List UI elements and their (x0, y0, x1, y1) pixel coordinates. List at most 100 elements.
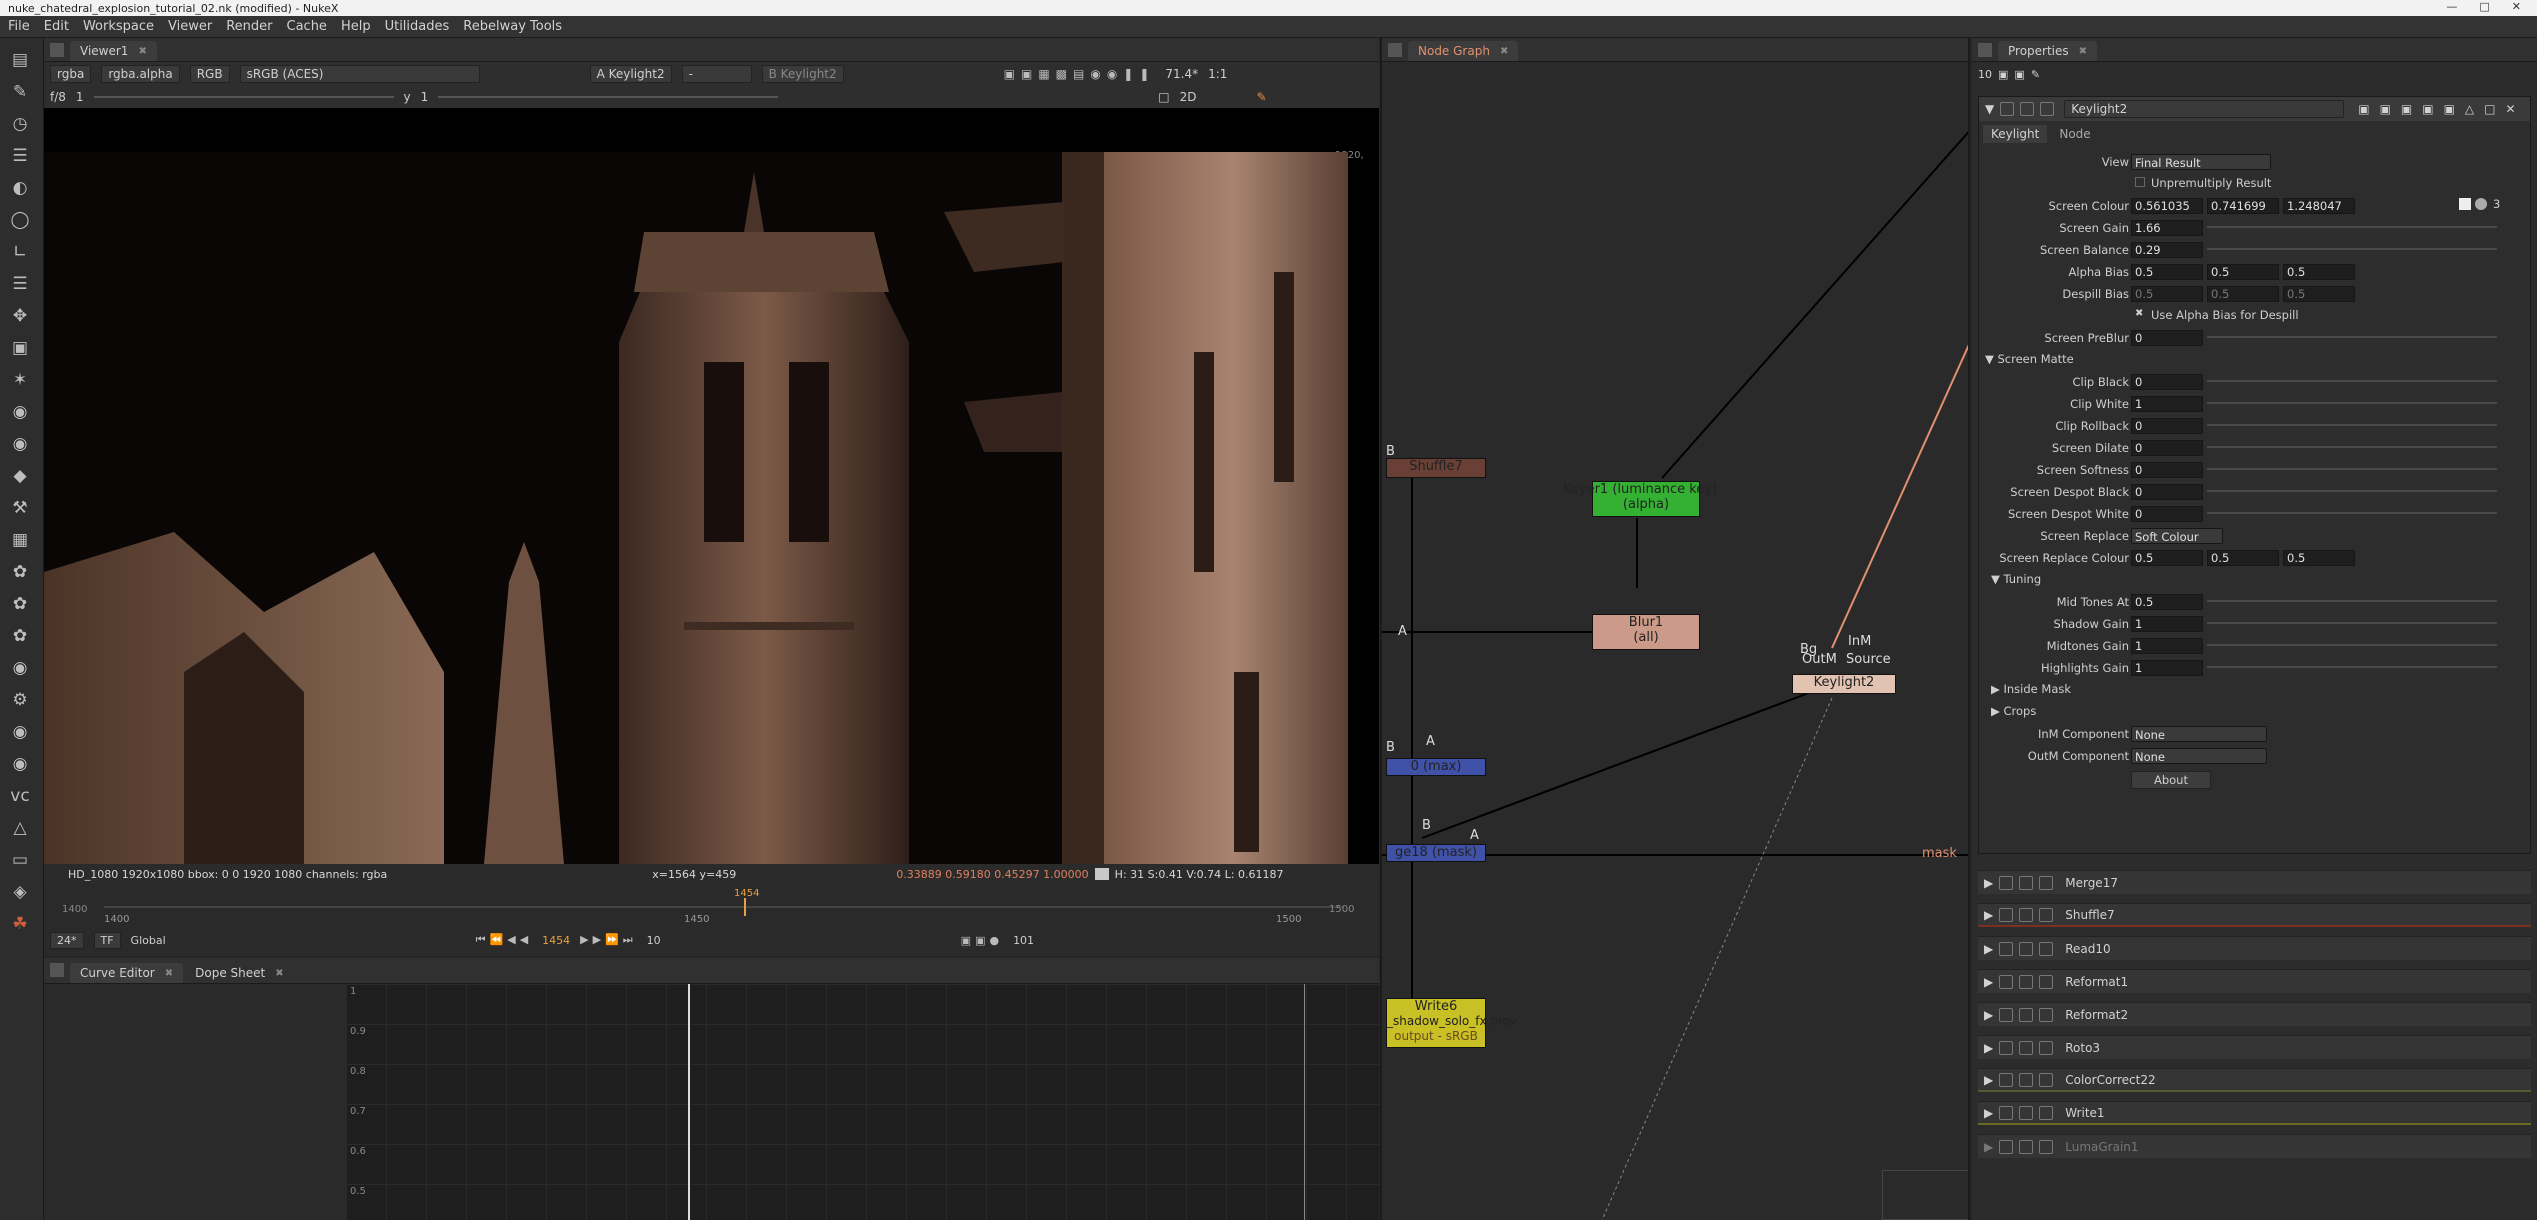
minimize-icon[interactable]: — (2446, 0, 2457, 16)
panel-menu-icon-2[interactable] (50, 963, 64, 977)
viewer-image[interactable] (44, 152, 1348, 864)
menu-file[interactable]: File (8, 19, 30, 34)
other-icon[interactable]: ▦ (8, 528, 32, 552)
ofx-icon[interactable]: ✿ (8, 592, 32, 616)
timeline[interactable]: 1400 1500 1400 1450 1500 1454 (44, 884, 1379, 925)
about-button[interactable]: About (2131, 771, 2211, 789)
despill-bias-r[interactable]: 0.5 (2131, 286, 2203, 302)
panel-mask-icon[interactable] (2019, 1040, 2034, 1055)
close-tab-icon[interactable]: ✖ (138, 46, 146, 57)
panel-mask-icon[interactable] (2019, 1139, 2034, 1154)
gamma-slider[interactable] (438, 96, 779, 98)
alpha-dropdown[interactable]: rgba.alpha (101, 65, 180, 83)
particles-icon[interactable]: ✶ (8, 368, 32, 392)
panel-pin-icon[interactable] (2039, 1007, 2054, 1022)
paint-icon[interactable]: ◈ (8, 880, 32, 904)
use-alpha-bias-checkbox[interactable]: ✖ (2135, 308, 2143, 319)
curve-playhead[interactable] (688, 984, 690, 1220)
despot-white-field[interactable]: 0 (2131, 506, 2203, 522)
clip-rollback-field[interactable]: 0 (2131, 418, 2203, 434)
panel-toggle-icon[interactable] (1999, 1040, 2014, 1055)
screen-softness-slider[interactable] (2207, 468, 2497, 470)
panel-mask-icon[interactable] (2019, 1072, 2034, 1087)
highlights-gain-slider[interactable] (2207, 666, 2497, 668)
panel-pin-icon[interactable] (2039, 941, 2054, 956)
clip-black-field[interactable]: 0 (2131, 374, 2203, 390)
despill-bias-b[interactable]: 0.5 (2283, 286, 2355, 302)
ab-operation-dropdown[interactable]: - (681, 65, 752, 83)
alpha-bias-g[interactable]: 0.5 (2207, 264, 2279, 280)
panel-toggle-icon[interactable] (1999, 1139, 2014, 1154)
node-blur1[interactable]: Blur1 (all) (1592, 614, 1700, 650)
tab-curve-editor[interactable]: Curve Editor ✖ (70, 963, 184, 983)
menu-viewer[interactable]: Viewer (168, 19, 212, 34)
midtones-gain-slider[interactable] (2207, 644, 2497, 646)
viewer-tool-icons[interactable]: ▣▣▦▩▤◉◉❚❚ (1004, 67, 1156, 81)
expand-icon[interactable]: ▶ (1984, 975, 1993, 989)
expand-icon[interactable]: ▶ (1984, 1073, 1993, 1087)
panel-mask-icon[interactable] (2019, 941, 2034, 956)
collapsed-lumagrain1[interactable]: ▶ LumaGrain1 (1978, 1134, 2531, 1158)
panel-toggle-icon[interactable] (1999, 1007, 2014, 1022)
node-graph-minimap[interactable] (1882, 1170, 1968, 1220)
color-icon[interactable]: ◐ (8, 176, 32, 200)
screen-matte-toggle[interactable]: ▼ Screen Matte (1985, 352, 2074, 366)
play-forward-buttons[interactable]: ▶▶⏩⏭ (580, 933, 637, 947)
draw-icon[interactable]: ✎ (8, 80, 32, 104)
edit-icon[interactable]: ✎ (2031, 68, 2040, 81)
tools-icon[interactable]: ◉ (8, 720, 32, 744)
transport-buttons[interactable]: ⏮⏪◀◀ (476, 933, 533, 947)
node-write6[interactable]: Write6 _shadow_solo_fx.mov output - sRGB (1386, 998, 1517, 1048)
expand-icon[interactable]: ▶ (1984, 942, 1993, 956)
view-dropdown[interactable]: Final Result (2131, 154, 2271, 170)
furnace-icon[interactable]: ✿ (8, 560, 32, 584)
lock-icon[interactable]: ▣ (1998, 68, 2008, 81)
highlights-gain-field[interactable]: 1 (2131, 660, 2203, 676)
panel-pin-icon[interactable] (2039, 974, 2054, 989)
toolsets-icon[interactable]: ⚒ (8, 496, 32, 520)
plugin-icon[interactable]: ✿ (8, 624, 32, 648)
panel-mask-icon[interactable] (2020, 102, 2035, 116)
expand-icon[interactable]: ▶ (1984, 1041, 1993, 1055)
collapsed-reformat2[interactable]: ▶ Reformat2 (1978, 1002, 2531, 1026)
panel-pin-icon[interactable] (2039, 907, 2054, 922)
collapsed-read10[interactable]: ▶ Read10 (1978, 936, 2531, 960)
image-nodes-icon[interactable]: ▤ (8, 48, 32, 72)
screen-preblur-field[interactable]: 0 (2131, 330, 2203, 346)
panel-pin-icon[interactable] (2039, 1040, 2054, 1055)
timeline-track[interactable] (104, 906, 1344, 908)
replace-colour-b[interactable]: 0.5 (2283, 550, 2355, 566)
pencil-icon[interactable]: ✎ (1257, 90, 1267, 104)
b-input-dropdown[interactable]: B Keylight2 (761, 65, 844, 83)
merge-icon[interactable]: ☰ (8, 272, 32, 296)
panel-toggle-icon[interactable] (1999, 907, 2014, 922)
views-icon[interactable]: ◉ (8, 432, 32, 456)
replace-colour-g[interactable]: 0.5 (2207, 550, 2279, 566)
tab-dope-sheet[interactable]: Dope Sheet ✖ (185, 963, 294, 983)
transform-icon[interactable]: ✥ (8, 304, 32, 328)
screen-colour-r[interactable]: 0.561035 (2131, 198, 2203, 214)
float-icon[interactable]: ▣ (2014, 68, 2024, 81)
screen-colour-g[interactable]: 0.741699 (2207, 198, 2279, 214)
clip-white-slider[interactable] (2207, 402, 2497, 404)
node-merge18[interactable]: ge18 (mask) (1386, 844, 1486, 862)
globe-icon[interactable]: ◉ (8, 752, 32, 776)
3d-icon[interactable]: ▣ (8, 336, 32, 360)
panel-toggle-icon[interactable] (1999, 1105, 2014, 1120)
panel-toggle-icon[interactable] (2000, 102, 2015, 116)
mid-tones-slider[interactable] (2207, 600, 2497, 602)
despot-black-field[interactable]: 0 (2131, 484, 2203, 500)
clip-white-field[interactable]: 1 (2131, 396, 2203, 412)
alpha-bias-r[interactable]: 0.5 (2131, 264, 2203, 280)
menu-cache[interactable]: Cache (287, 19, 327, 34)
curve-graph[interactable]: 1 0.9 0.8 0.7 0.6 0.5 (346, 984, 1379, 1220)
filter-icon[interactable]: ◯ (8, 208, 32, 232)
screen-colour-b[interactable]: 1.248047 (2283, 198, 2355, 214)
inside-mask-toggle[interactable]: ▶ Inside Mask (1991, 682, 2071, 696)
expand-icon[interactable]: ▶ (1984, 1140, 1993, 1154)
step-field[interactable]: 10 (647, 934, 661, 947)
gamma-value[interactable]: 1 (421, 90, 429, 104)
end-frame-field[interactable]: 101 (1013, 934, 1034, 947)
inm-component-dropdown[interactable]: None (2131, 726, 2267, 742)
zoom-value[interactable]: 71.4* (1165, 67, 1198, 81)
